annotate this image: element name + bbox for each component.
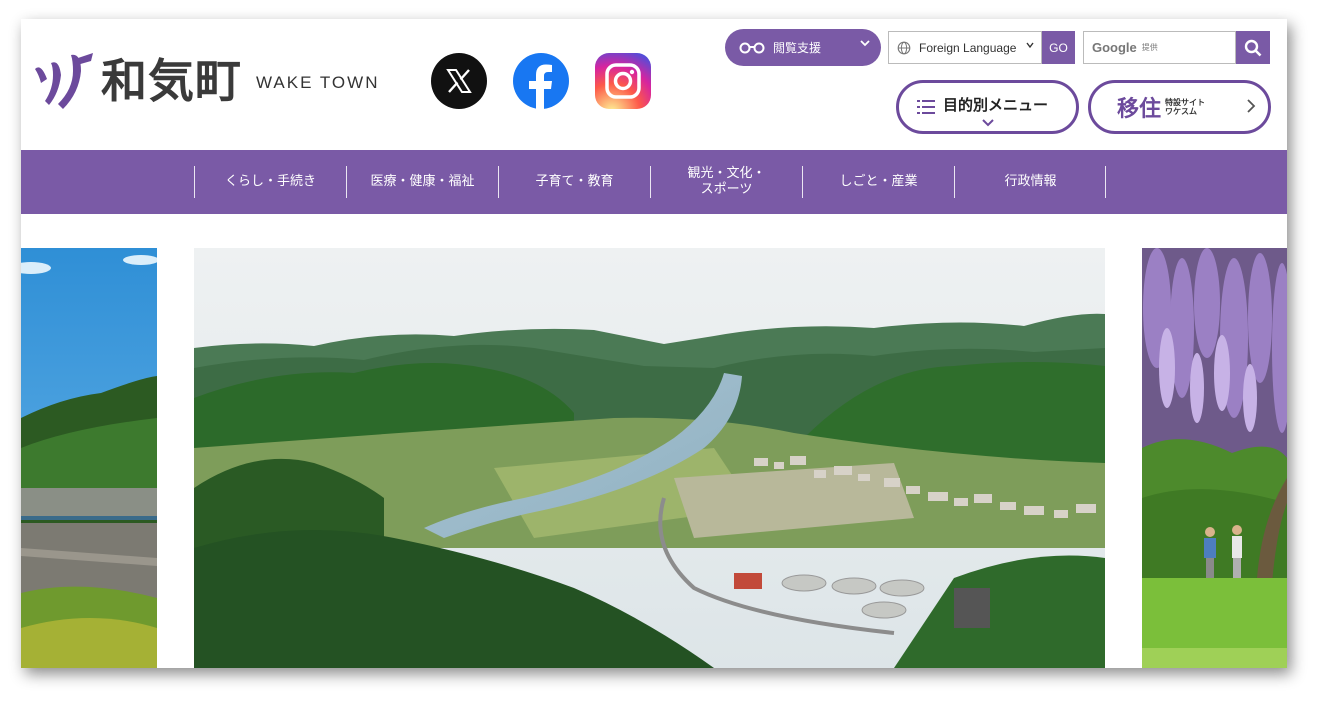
slide-previous-image bbox=[21, 248, 157, 668]
slide-current-image bbox=[194, 248, 1105, 668]
nav-item-work[interactable]: しごと・産業 bbox=[802, 166, 954, 198]
globe-icon bbox=[897, 41, 911, 54]
search-icon bbox=[1244, 39, 1262, 56]
slide-previous[interactable] bbox=[21, 248, 157, 668]
slide-current[interactable] bbox=[194, 248, 1105, 668]
language-select[interactable]: Foreign Language bbox=[888, 31, 1042, 64]
instagram-link[interactable] bbox=[595, 53, 651, 109]
language-go-button[interactable]: GO bbox=[1042, 31, 1075, 64]
facebook-icon bbox=[529, 64, 552, 109]
search-provided-label: 提供 bbox=[1141, 43, 1158, 52]
logo-title: 和気町 bbox=[101, 54, 242, 108]
logo-mark-icon bbox=[35, 53, 93, 109]
purpose-menu-label: 目的別メニュー bbox=[943, 95, 1049, 114]
migration-subtitle-line1: 特設サイト bbox=[1165, 97, 1206, 107]
nav-item-administration[interactable]: 行政情報 bbox=[954, 166, 1106, 198]
facebook-link[interactable] bbox=[513, 53, 569, 109]
chevron-down-icon bbox=[1025, 40, 1035, 53]
reading-support-dropdown[interactable]: 閲覧支援 bbox=[725, 29, 881, 66]
global-nav: くらし・手続き 医療・健康・福祉 子育て・教育 観光・文化・ スポーツ しごと・… bbox=[21, 150, 1287, 214]
purpose-menu-button[interactable]: 目的別メニュー bbox=[896, 80, 1079, 134]
search-google-label: Google bbox=[1092, 40, 1137, 55]
nav-item-tourism[interactable]: 観光・文化・ スポーツ bbox=[650, 166, 802, 198]
glasses-icon bbox=[739, 42, 765, 53]
x-link[interactable] bbox=[431, 53, 487, 109]
list-icon bbox=[917, 100, 935, 114]
migration-site-button[interactable]: 移住 特設サイト ワケスム bbox=[1088, 80, 1271, 134]
migration-subtitle-line2: ワケスム bbox=[1165, 107, 1198, 116]
site-logo[interactable]: 和気町 WAKE TOWN bbox=[31, 49, 379, 113]
slide-next[interactable] bbox=[1142, 248, 1287, 668]
migration-title: 移住 bbox=[1117, 97, 1162, 122]
x-icon bbox=[446, 69, 472, 93]
nav-divider bbox=[1105, 166, 1106, 198]
language-select-label: Foreign Language bbox=[919, 40, 1017, 55]
reading-support-label: 閲覧支援 bbox=[773, 41, 822, 55]
slide-next-image bbox=[1142, 248, 1287, 668]
migration-subtitle: 特設サイト ワケスム bbox=[1165, 98, 1205, 116]
instagram-icon bbox=[605, 63, 641, 99]
nav-item-childcare[interactable]: 子育て・教育 bbox=[498, 166, 650, 198]
chevron-down-icon bbox=[981, 113, 995, 132]
logo-subtitle: WAKE TOWN bbox=[256, 73, 380, 92]
browser-window: 和気町 WAKE TOWN 閲覧支援 Foreign Language GO G… bbox=[21, 19, 1287, 668]
chevron-down-icon bbox=[859, 37, 871, 53]
nav-item-health[interactable]: 医療・健康・福祉 bbox=[346, 166, 498, 198]
chevron-right-icon bbox=[1246, 97, 1256, 119]
search-button[interactable] bbox=[1236, 31, 1270, 64]
nav-item-living[interactable]: くらし・手続き bbox=[194, 166, 346, 198]
site-header: 和気町 WAKE TOWN 閲覧支援 Foreign Language GO G… bbox=[21, 19, 1287, 150]
search-input[interactable]: Google 提供 bbox=[1083, 31, 1236, 64]
